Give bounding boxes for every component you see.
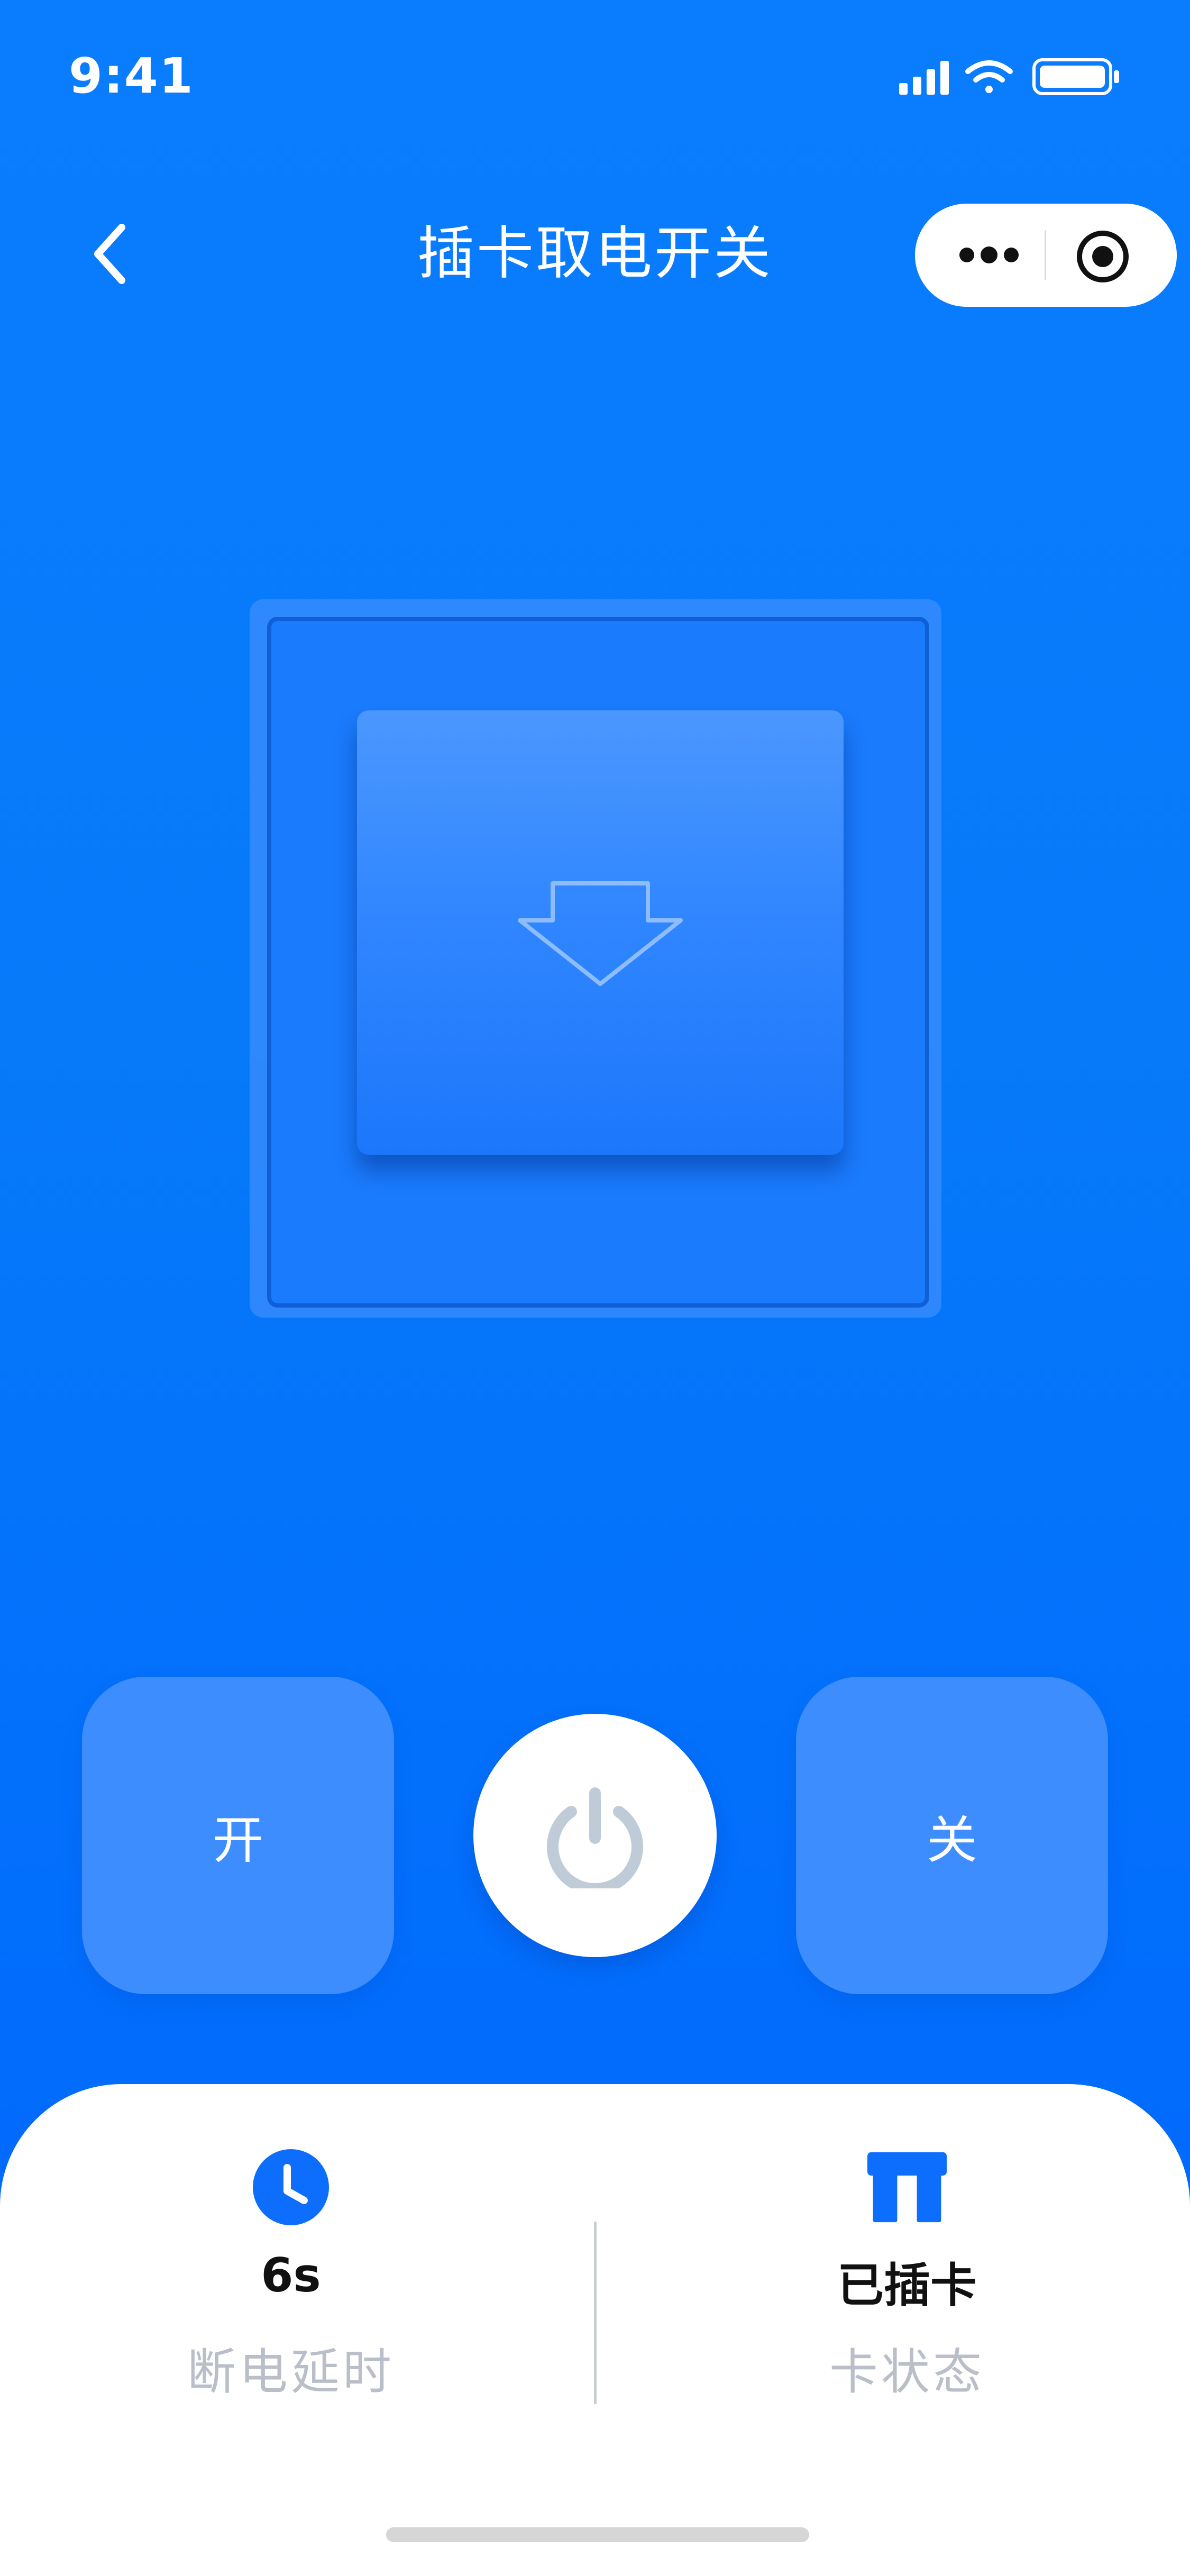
off-button[interactable]: 关 xyxy=(796,1677,1108,1994)
card-status-label: 卡状态 xyxy=(829,2344,985,2400)
home-indicator xyxy=(386,2527,809,2542)
wifi-icon xyxy=(965,60,1013,93)
battery-icon xyxy=(1032,58,1119,95)
status-icons xyxy=(899,58,1119,95)
more-dots-icon xyxy=(959,246,1019,263)
info-panel: 6s 断电延时 已插卡 卡状态 xyxy=(0,2084,1190,2576)
panel-divider xyxy=(594,2222,597,2404)
signal-icon xyxy=(899,61,949,95)
close-button[interactable] xyxy=(1074,227,1132,286)
card-slot-icon xyxy=(867,2152,947,2223)
arrow-down-outline-icon xyxy=(518,881,683,986)
on-button[interactable]: 开 xyxy=(82,1677,394,1994)
screen: 9:41 插卡取电开关 开 关 6s 断电延时 已插卡 卡状态 xyxy=(0,0,1190,2576)
more-button[interactable] xyxy=(952,231,1026,279)
power-button[interactable] xyxy=(473,1714,717,1957)
capsule-divider xyxy=(1045,230,1046,280)
card-status-value: 已插卡 xyxy=(837,2258,977,2313)
mini-program-capsule xyxy=(915,204,1177,307)
status-time: 9:41 xyxy=(69,48,194,104)
power-icon xyxy=(547,1787,643,1888)
delay-value: 6s xyxy=(261,2248,321,2303)
clock-icon xyxy=(253,2149,329,2225)
target-close-icon xyxy=(1077,231,1129,282)
status-bar: 9:41 xyxy=(0,0,1190,159)
delay-label: 断电延时 xyxy=(187,2344,395,2400)
